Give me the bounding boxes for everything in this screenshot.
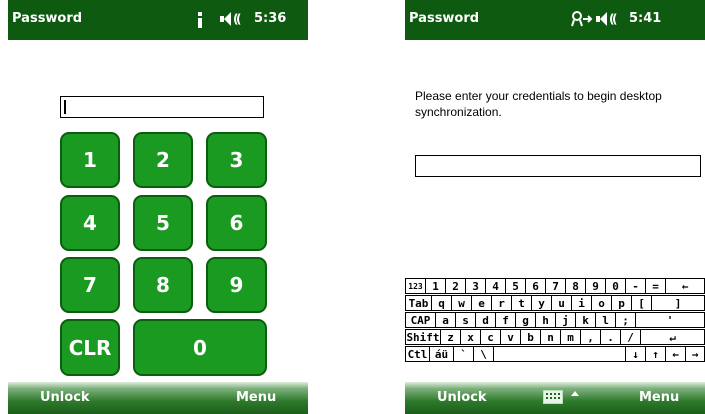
key[interactable]: e: [471, 295, 492, 311]
key[interactable]: d: [475, 312, 496, 328]
key-1[interactable]: 1: [60, 132, 120, 188]
key[interactable]: c: [480, 329, 501, 345]
key[interactable]: i: [571, 295, 592, 311]
speaker-icon[interactable]: ((: [596, 11, 618, 27]
menu-softkey[interactable]: Menu: [639, 390, 679, 405]
menu-softkey[interactable]: Menu: [236, 390, 276, 405]
keyboard-icon[interactable]: [543, 390, 563, 404]
key[interactable]: 0: [605, 278, 626, 294]
key-clear[interactable]: CLR: [60, 319, 120, 376]
key[interactable]: k: [575, 312, 596, 328]
key[interactable]: w: [451, 295, 472, 311]
key[interactable]: ': [635, 312, 705, 328]
sync-password-screen: Password (( 5:41 Please enter your crede…: [405, 0, 705, 414]
shift-key[interactable]: Shift: [405, 329, 441, 345]
key[interactable]: o: [591, 295, 612, 311]
title-bar: Password (( 5:36: [8, 0, 308, 40]
key[interactable]: 9: [585, 278, 606, 294]
key-9[interactable]: 9: [206, 257, 267, 313]
enter-key[interactable]: ↵: [640, 329, 705, 345]
key[interactable]: u: [551, 295, 572, 311]
key[interactable]: 4: [485, 278, 506, 294]
key[interactable]: -: [625, 278, 646, 294]
info-icon[interactable]: [195, 12, 205, 28]
key[interactable]: x: [460, 329, 481, 345]
arrow-right-key[interactable]: →: [685, 346, 705, 362]
soft-keyboard: 123 1 2 3 4 5 6 7 8 9 0 - = ← Tab q w e …: [405, 278, 705, 382]
credential-input[interactable]: [415, 155, 701, 177]
key[interactable]: 7: [545, 278, 566, 294]
arrow-down-key[interactable]: ↓: [625, 346, 646, 362]
arrow-up-key[interactable]: ↑: [645, 346, 666, 362]
key[interactable]: /: [620, 329, 641, 345]
ctrl-key[interactable]: Ctl: [405, 346, 430, 362]
key[interactable]: ]: [651, 295, 705, 311]
key[interactable]: ,: [580, 329, 601, 345]
key-8[interactable]: 8: [133, 257, 193, 313]
speaker-icon[interactable]: ((: [220, 11, 242, 27]
key[interactable]: a: [435, 312, 456, 328]
key[interactable]: n: [540, 329, 561, 345]
sync-connection-icon[interactable]: [571, 10, 593, 28]
key-123[interactable]: 123: [405, 278, 426, 294]
window-title: Password: [409, 11, 480, 26]
window-title: Password: [12, 11, 83, 26]
key[interactable]: ;: [615, 312, 636, 328]
key[interactable]: [: [631, 295, 652, 311]
key[interactable]: 1: [425, 278, 446, 294]
clock[interactable]: 5:41: [629, 11, 661, 26]
title-bar: Password (( 5:41: [405, 0, 705, 40]
arrow-left-key[interactable]: ←: [665, 346, 686, 362]
accent-key[interactable]: áü: [429, 346, 454, 362]
key[interactable]: y: [531, 295, 552, 311]
key[interactable]: `: [453, 346, 474, 362]
unlock-softkey[interactable]: Unlock: [437, 390, 487, 405]
key[interactable]: .: [600, 329, 621, 345]
key-3[interactable]: 3: [206, 132, 267, 188]
key-5[interactable]: 5: [133, 195, 193, 251]
key[interactable]: l: [595, 312, 616, 328]
key[interactable]: z: [440, 329, 461, 345]
input-panel-toggle-icon[interactable]: [571, 391, 579, 396]
key[interactable]: b: [520, 329, 541, 345]
key-0[interactable]: 0: [133, 319, 267, 376]
key[interactable]: 5: [505, 278, 526, 294]
key[interactable]: r: [491, 295, 512, 311]
caps-key[interactable]: CAP: [405, 312, 436, 328]
unlock-softkey[interactable]: Unlock: [40, 390, 90, 405]
instruction-text: Please enter your credentials to begin d…: [415, 89, 662, 119]
key[interactable]: p: [611, 295, 632, 311]
key[interactable]: \: [473, 346, 494, 362]
key-4[interactable]: 4: [60, 195, 120, 251]
key[interactable]: s: [455, 312, 476, 328]
key[interactable]: m: [560, 329, 581, 345]
key[interactable]: 2: [445, 278, 466, 294]
key[interactable]: v: [500, 329, 521, 345]
key[interactable]: 3: [465, 278, 486, 294]
key-6[interactable]: 6: [206, 195, 267, 251]
key[interactable]: j: [555, 312, 576, 328]
backspace-key[interactable]: ←: [665, 278, 705, 294]
key[interactable]: 6: [525, 278, 546, 294]
key-7[interactable]: 7: [60, 257, 120, 313]
tab-key[interactable]: Tab: [405, 295, 432, 311]
space-key[interactable]: [493, 346, 626, 362]
key[interactable]: q: [431, 295, 452, 311]
text-caret: [64, 100, 66, 114]
key[interactable]: t: [511, 295, 532, 311]
softkey-bar: Unlock Menu: [405, 382, 705, 414]
pin-input[interactable]: [60, 96, 264, 118]
pin-unlock-screen: Password (( 5:36 1 2 3 4 5 6 7 8 9 CLR 0…: [8, 0, 308, 414]
clock[interactable]: 5:36: [254, 11, 286, 26]
key[interactable]: f: [495, 312, 516, 328]
key[interactable]: h: [535, 312, 556, 328]
key[interactable]: 8: [565, 278, 586, 294]
softkey-bar: Unlock Menu: [8, 382, 308, 414]
key[interactable]: g: [515, 312, 536, 328]
key[interactable]: =: [645, 278, 666, 294]
key-2[interactable]: 2: [133, 132, 193, 188]
